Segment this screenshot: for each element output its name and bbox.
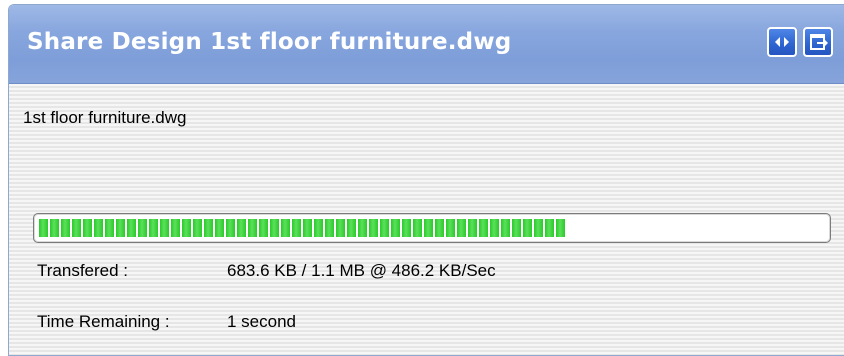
time-remaining-label: Time Remaining :	[37, 312, 170, 331]
time-remaining-value: 1 second	[227, 312, 296, 331]
dock-icon	[810, 34, 828, 50]
title-bar[interactable]: Share Design 1st floor furniture.dwg	[9, 5, 844, 84]
progress-fill	[39, 219, 565, 237]
file-name: 1st floor furniture.dwg	[23, 108, 187, 127]
window-title: Share Design 1st floor furniture.dwg	[27, 29, 512, 55]
progress-bar	[33, 213, 831, 243]
dock-button[interactable]	[803, 27, 833, 57]
dialog-content: 1st floor furniture.dwg Transfered : 683…	[9, 84, 844, 355]
transfer-value: 683.6 KB / 1.1 MB @ 486.2 KB/Sec	[227, 261, 496, 280]
swap-arrows-icon	[775, 37, 789, 47]
share-design-dialog: Share Design 1st floor furniture.dwg 1st…	[8, 4, 844, 356]
swap-button[interactable]	[767, 27, 797, 57]
transfer-label: Transfered :	[37, 261, 129, 280]
